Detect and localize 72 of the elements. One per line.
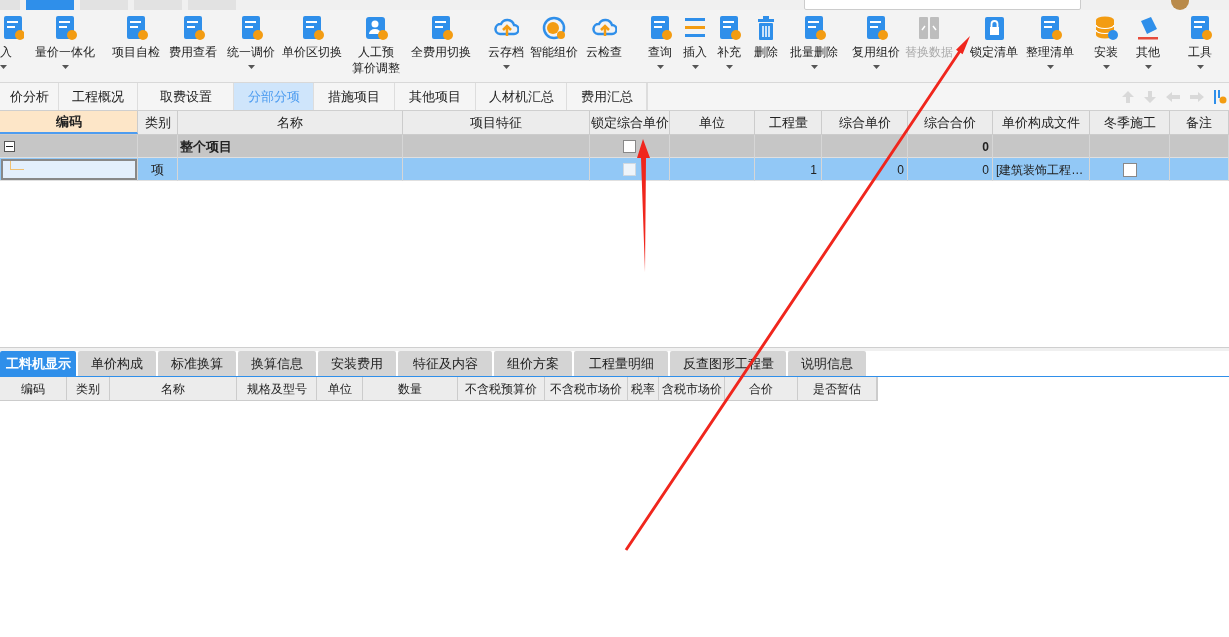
toolbar-button[interactable]: 云检查: [580, 15, 628, 60]
person-icon: [363, 15, 389, 41]
toolbar-button[interactable]: 全费用切换: [408, 15, 474, 60]
menu-tab[interactable]: [26, 0, 74, 10]
table-cell-text: 整个项目: [180, 137, 232, 156]
toolbar-button[interactable]: 批量删除: [786, 15, 842, 69]
coin-icon: [541, 15, 567, 41]
column-header[interactable]: 类别: [67, 377, 110, 400]
toolbar-button[interactable]: 查询: [642, 15, 678, 69]
arrow-down-icon[interactable]: [1143, 89, 1157, 104]
toolbar-button[interactable]: 插入: [678, 15, 712, 69]
tab[interactable]: 换算信息: [238, 351, 316, 376]
column-header[interactable]: 规格及型号: [237, 377, 317, 400]
toolbar-button[interactable]: 工具: [1170, 15, 1229, 69]
tab[interactable]: 组价方案: [494, 351, 572, 376]
column-header[interactable]: 是否暂估: [798, 377, 877, 400]
toolbar-button[interactable]: 其他: [1126, 15, 1170, 69]
column-header[interactable]: 税率: [628, 377, 659, 400]
paint-bucket-icon: [1135, 15, 1161, 41]
toolbar-button[interactable]: 整理清单: [1022, 15, 1078, 69]
arrow-left-icon[interactable]: [1165, 90, 1181, 103]
tab[interactable]: 单价构成: [78, 351, 156, 376]
toolbar-button[interactable]: 入: [0, 15, 24, 69]
toolbar-button[interactable]: 删除: [746, 15, 786, 60]
column-header[interactable]: 单位: [317, 377, 363, 400]
database-icon: [1093, 15, 1119, 41]
column-header[interactable]: 编码: [0, 377, 67, 400]
column-header[interactable]: 锁定综合单价: [590, 111, 670, 134]
settings-icon[interactable]: [1213, 88, 1227, 105]
column-header[interactable]: 名称: [110, 377, 237, 400]
column-header[interactable]: 类别: [138, 111, 178, 134]
toolbar-button[interactable]: 统一调价: [222, 15, 280, 69]
column-header[interactable]: 项目特征: [403, 111, 590, 134]
column-header[interactable]: 冬季施工: [1090, 111, 1170, 134]
toolbar-button[interactable]: 费用查看: [164, 15, 222, 60]
toolbar-button[interactable]: 云存档: [484, 15, 528, 69]
code-input-field[interactable]: [1, 159, 137, 180]
column-header[interactable]: 名称: [178, 111, 403, 134]
toolbar-button[interactable]: 量价一体化: [30, 15, 100, 69]
column-header[interactable]: 备注: [1170, 111, 1229, 134]
toolbar-button[interactable]: 项目自检: [108, 15, 164, 60]
toolbar-button[interactable]: 补充: [712, 15, 746, 69]
table-cell-text: 项: [151, 160, 164, 179]
column-header[interactable]: 编码: [0, 111, 138, 134]
table-cell-text: 0: [982, 138, 989, 156]
column-header[interactable]: 不含税市场价: [545, 377, 628, 400]
toolbar-button[interactable]: 安装: [1086, 15, 1126, 69]
column-header[interactable]: 工程量: [755, 111, 822, 134]
swap-icon: [916, 15, 942, 41]
toolbar-button[interactable]: 复用组价: [848, 15, 904, 69]
toolbar-button[interactable]: 单价区切换: [280, 15, 344, 60]
column-header[interactable]: 数量: [363, 377, 458, 400]
table-cell-text: 0: [982, 161, 989, 179]
toolbar-button[interactable]: 锁定清单: [966, 15, 1022, 60]
tab[interactable]: 特征及内容: [398, 351, 492, 376]
tab[interactable]: 说明信息: [788, 351, 866, 376]
tab[interactable]: 标准换算: [158, 351, 236, 376]
table-cell-text: 0: [897, 161, 904, 179]
column-header[interactable]: 单价构成文件: [993, 111, 1090, 134]
collapse-toggle[interactable]: [4, 141, 15, 152]
table-cell-text: [建筑装饰工程…: [996, 161, 1084, 179]
checkbox[interactable]: [1122, 162, 1137, 177]
column-header[interactable]: 单位: [670, 111, 755, 134]
arrow-right-icon[interactable]: [1189, 90, 1205, 103]
toolbar-button[interactable]: 人工预算价调整: [344, 15, 408, 76]
tab[interactable]: 工程量明细: [574, 351, 668, 376]
tab[interactable]: 安装费用: [318, 351, 396, 376]
toolbar-button[interactable]: 智能组价: [528, 15, 580, 60]
checkbox[interactable]: [623, 140, 636, 153]
arrow-up-icon[interactable]: [1121, 89, 1135, 104]
table-cell-text: 1: [810, 161, 817, 179]
column-header[interactable]: 不含税预算价: [458, 377, 545, 400]
